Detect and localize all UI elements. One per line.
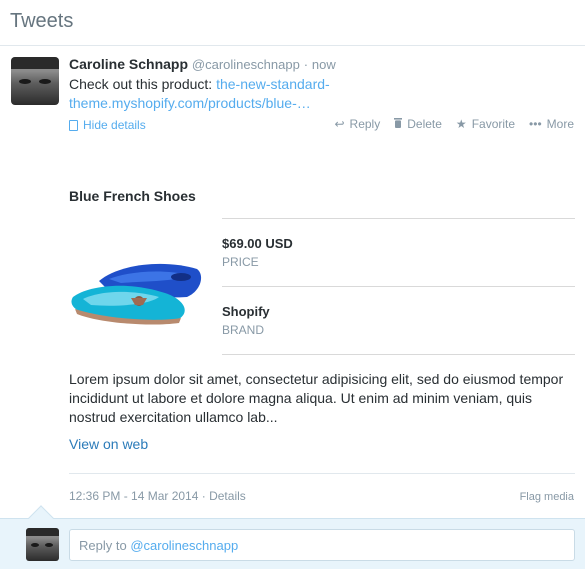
reply-placeholder-target: @carolineschnapp [130, 538, 239, 553]
brand-value: Shopify [222, 304, 270, 319]
tweet-text: Check out this product: the-new-standard… [69, 75, 369, 113]
more-label: More [546, 117, 574, 131]
card-divider-middle [222, 286, 575, 287]
tweet-username[interactable]: @carolineschnapp [192, 57, 300, 72]
trash-icon [394, 117, 403, 131]
avatar-hair [11, 57, 59, 69]
reply-avatar [26, 528, 59, 561]
avatar[interactable] [11, 57, 59, 105]
card-title[interactable]: Blue French Shoes [69, 188, 196, 204]
reply-avatar-eye-right [45, 543, 53, 547]
brand-label: BRAND [222, 323, 265, 337]
reply-button[interactable]: ↩ Reply [334, 117, 380, 131]
hide-details-label: Hide details [83, 118, 146, 132]
delete-label: Delete [407, 117, 442, 131]
card-divider-bottom [222, 354, 575, 355]
tweet-footer-meta: 12:36 PM - 14 Mar 2014 · Details [69, 489, 246, 503]
reply-icon: ↩ [334, 117, 345, 131]
tweet-actions: ↩ Reply Delete ★ Favorite ••• More [334, 117, 574, 131]
hide-details-link[interactable]: Hide details [69, 118, 146, 132]
reply-label: Reply [349, 117, 381, 131]
avatar-eye-right [39, 79, 51, 84]
details-link[interactable]: Details [209, 489, 246, 503]
more-icon: ••• [529, 117, 542, 131]
flag-media-link[interactable]: Flag media [520, 491, 574, 503]
view-on-web-link[interactable]: View on web [69, 436, 148, 452]
tweet-product-link-continued[interactable]: theme.myshopify.com/products/blue-… [69, 95, 311, 111]
page-title: Tweets [10, 10, 74, 32]
footer-separator: · [201, 489, 206, 503]
star-icon: ★ [455, 117, 467, 131]
tweet-text-prefix: Check out this product: [69, 76, 217, 92]
tweet-product-link[interactable]: the-new-standard- [216, 76, 330, 92]
reply-avatar-eye-left [31, 543, 39, 547]
card-description: Lorem ipsum dolor sit amet, consectetur … [69, 371, 564, 425]
product-image[interactable] [69, 219, 209, 355]
document-icon [69, 119, 78, 131]
tweet-timestamp[interactable]: now [312, 57, 336, 72]
tweet-datetime[interactable]: 12:36 PM - 14 Mar 2014 [69, 489, 198, 503]
reply-input[interactable]: Reply to @carolineschnapp [69, 529, 575, 561]
price-label: PRICE [222, 255, 259, 269]
avatar-eye-left [19, 79, 31, 84]
delete-button[interactable]: Delete [394, 117, 442, 131]
reply-avatar-hair [26, 528, 59, 536]
card-divider-top [222, 218, 575, 219]
reply-placeholder-prefix: Reply to [79, 538, 131, 553]
footer-divider [69, 473, 575, 474]
blue-shoes-image [71, 263, 202, 325]
tweet-header: Caroline Schnapp @carolineschnapp · now [69, 56, 336, 72]
more-button[interactable]: ••• More [529, 117, 574, 131]
favorite-button[interactable]: ★ Favorite [456, 117, 515, 131]
timeline-header: Tweets [0, 0, 585, 46]
price-value: $69.00 USD [222, 236, 293, 251]
tweet-fullname[interactable]: Caroline Schnapp [69, 56, 188, 72]
favorite-label: Favorite [471, 117, 516, 131]
tweet-header-separator: · [303, 57, 309, 72]
